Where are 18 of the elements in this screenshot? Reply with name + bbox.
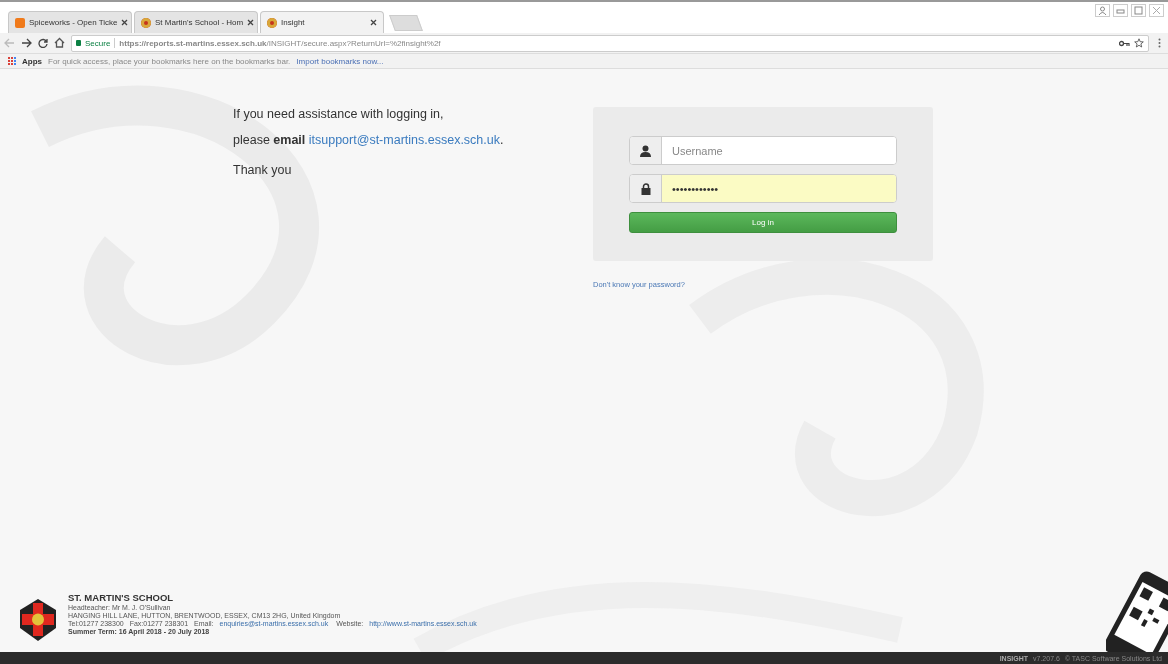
log-in-button[interactable]: Log in <box>629 212 897 233</box>
browser-tab[interactable]: St Martin's School - Hom <box>134 11 258 33</box>
support-email-link[interactable]: itsupport@st-martins.essex.sch.uk <box>308 133 500 147</box>
url-text: https://reports.st-martins.essex.sch.uk/INSIGHT/secure.aspx?ReturnUrl=%2finsight%2f <box>119 38 441 48</box>
assistance-text: please email <box>233 133 306 147</box>
address-bar[interactable]: Secure https://reports.st-martins.essex.sch.uk/INSIGHT/secure.aspx?ReturnUrl=%2finsight%2f <box>71 34 1149 52</box>
browser-tab[interactable]: Insight <box>260 11 384 33</box>
browser-tab[interactable]: Spiceworks - Open Ticke <box>8 11 132 33</box>
import-bookmarks-link[interactable]: Import bookmarks now... <box>296 56 384 66</box>
username-field[interactable]: Username <box>629 136 897 165</box>
password-field[interactable]: •••••••••••• <box>629 174 897 203</box>
bookmarks-hint: For quick access, place your bookmarks here on the bookmarks bar. <box>48 56 291 66</box>
assistance-text: If you need assistance with logging in, <box>233 107 445 121</box>
secure-label: Secure <box>85 38 111 48</box>
school-name: ST. MARTIN'S SCHOOL <box>68 592 175 603</box>
thank-you-text: Thank you <box>233 163 293 177</box>
period-text: . <box>500 133 504 147</box>
apps-link[interactable]: Apps <box>22 56 42 66</box>
